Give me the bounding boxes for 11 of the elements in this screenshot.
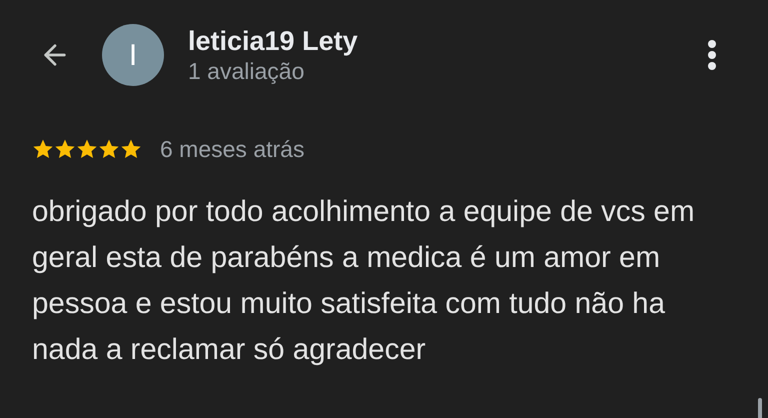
star-icon <box>32 138 54 160</box>
review-text: obrigado por todo acolhimento a equipe de vcs em geral esta de parabéns a medica é um amor em pessoa e estou muito satisfeita com tudo não ha nada a reclamar só agradecer <box>32 194 696 368</box>
more-vertical-icon <box>708 40 716 70</box>
star-icon <box>54 138 76 160</box>
review-count: 1 avaliação <box>188 57 306 85</box>
avatar: I <box>102 24 164 86</box>
star-icon <box>98 138 120 160</box>
star-icon <box>120 138 142 160</box>
reviewer-name: leticia19 Lety <box>188 25 359 57</box>
review-date: 6 meses atrás <box>160 135 304 164</box>
star-icon <box>76 138 98 160</box>
